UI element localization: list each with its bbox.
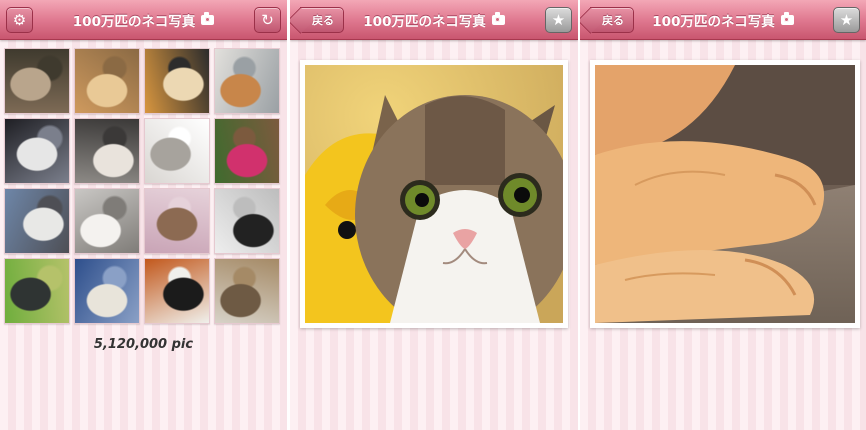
app-title: 100万匹のネコ写真 — [72, 13, 196, 30]
star-icon: ★ — [839, 11, 854, 29]
photo-thumbnail[interactable] — [74, 188, 140, 254]
back-button[interactable]: 戻る — [590, 7, 634, 33]
navigation-bar: ⚙ 100万匹のネコ写真 ↻ — [0, 0, 287, 40]
photo-thumbnail[interactable] — [4, 258, 70, 324]
photo-thumbnail[interactable] — [74, 48, 140, 114]
thumbnail-grid-screen: ⚙ 100万匹のネコ写真 ↻ 5,120,000 pic — [0, 0, 287, 430]
app-title: 100万匹のネコ写真 — [652, 13, 775, 30]
settings-button[interactable]: ⚙ — [6, 7, 33, 33]
photo-frame — [300, 60, 568, 328]
photo-thumbnail[interactable] — [214, 258, 280, 324]
cat-photo[interactable] — [595, 65, 855, 323]
photo-thumbnail[interactable] — [4, 48, 70, 114]
nav-title: 100万匹のネコ写真 — [72, 10, 215, 30]
photo-frame — [590, 60, 860, 328]
photo-thumbnail[interactable] — [4, 188, 70, 254]
cat-paws-illustration — [595, 65, 855, 323]
back-button-label: 戻る — [602, 14, 624, 27]
cat-photo[interactable] — [305, 65, 563, 323]
refresh-icon: ↻ — [261, 11, 274, 29]
back-button[interactable]: 戻る — [300, 7, 344, 33]
favorite-button[interactable]: ★ — [833, 7, 860, 33]
navigation-bar: 戻る 100万匹のネコ写真 ★ — [580, 0, 866, 40]
photo-detail-screen-2: 戻る 100万匹のネコ写真 ★ — [580, 0, 866, 430]
photo-thumbnail[interactable] — [144, 258, 210, 324]
photo-thumbnail[interactable] — [74, 118, 140, 184]
photo-thumbnail[interactable] — [214, 48, 280, 114]
photo-count: 5,120,000 pic — [93, 337, 194, 352]
nav-title: 100万匹のネコ写真 — [363, 10, 505, 30]
camera-icon — [491, 11, 505, 25]
photo-thumbnail[interactable] — [144, 188, 210, 254]
camera-icon — [780, 11, 794, 25]
cat-face-illustration — [305, 65, 563, 323]
nav-title: 100万匹のネコ写真 — [652, 10, 794, 30]
favorite-button[interactable]: ★ — [545, 7, 572, 33]
app-title: 100万匹のネコ写真 — [363, 13, 486, 30]
photo-thumbnail[interactable] — [214, 188, 280, 254]
photo-thumbnail[interactable] — [4, 118, 70, 184]
gear-icon: ⚙ — [12, 11, 27, 29]
photo-grid — [4, 48, 282, 324]
back-button-label: 戻る — [312, 14, 334, 27]
photo-thumbnail[interactable] — [74, 258, 140, 324]
photo-detail-screen: 戻る 100万匹のネコ写真 ★ — [290, 0, 578, 430]
star-icon: ★ — [551, 11, 566, 29]
photo-thumbnail[interactable] — [144, 48, 210, 114]
photo-thumbnail[interactable] — [214, 118, 280, 184]
camera-icon — [201, 11, 215, 25]
photo-thumbnail[interactable] — [144, 118, 210, 184]
refresh-button[interactable]: ↻ — [254, 7, 281, 33]
navigation-bar: 戻る 100万匹のネコ写真 ★ — [290, 0, 578, 40]
